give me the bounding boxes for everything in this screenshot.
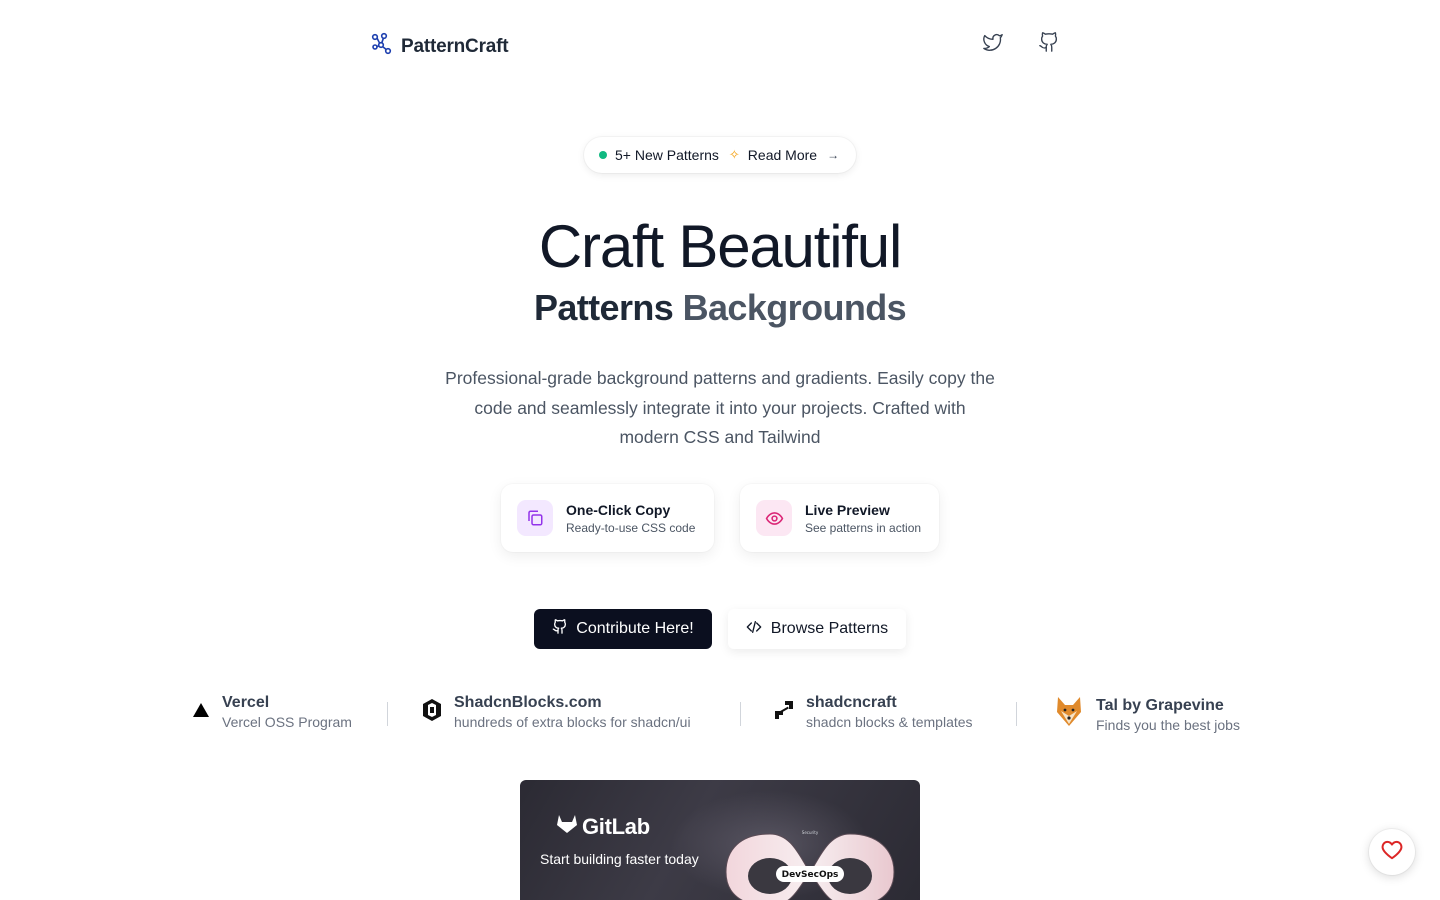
sponsor-desc: Finds you the best jobs xyxy=(1096,716,1240,733)
copy-icon xyxy=(517,500,553,536)
sponsor-divider xyxy=(1016,702,1017,726)
devsecops-infinity-graphic: Security DevSecOps xyxy=(720,820,900,900)
hero-title: Craft Beautiful xyxy=(538,213,902,280)
arrow-right-icon: → xyxy=(827,148,840,162)
feature-card-preview: Live Preview See patterns in action xyxy=(740,484,939,552)
ad-tagline: Start building faster today xyxy=(540,851,699,867)
top-navigation: PatternCraft xyxy=(0,0,1440,88)
sponsor-desc: hundreds of extra blocks for shadcn/ui xyxy=(454,714,691,730)
sponsor-shadcncraft[interactable]: shadcncraft shadcn blocks & templates xyxy=(774,694,973,730)
contribute-label: Contribute Here! xyxy=(576,620,694,637)
code-icon xyxy=(746,619,762,640)
gitlab-logo-icon xyxy=(556,813,578,840)
github-icon xyxy=(552,618,568,640)
announcement-label: 5+ New Patterns xyxy=(615,147,719,163)
browse-patterns-button[interactable]: Browse Patterns xyxy=(728,609,906,649)
announcement-pill[interactable]: 5+ New Patterns ✧ Read More → xyxy=(584,137,856,173)
sponsor-name: Tal by Grapevine xyxy=(1096,696,1224,714)
devsecops-badge: DevSecOps xyxy=(782,870,839,880)
browse-label: Browse Patterns xyxy=(770,620,889,637)
eye-icon xyxy=(756,500,792,536)
feature-card-copy: One-Click Copy Ready-to-use CSS code xyxy=(501,484,714,552)
sponsor-desc: shadcn blocks & templates xyxy=(806,714,973,730)
vercel-logo-icon xyxy=(192,702,210,723)
sponsor-divider xyxy=(387,702,388,726)
github-link[interactable] xyxy=(1037,30,1061,59)
feature-desc: See patterns in action xyxy=(805,520,922,535)
feature-title: Live Preview xyxy=(805,501,890,518)
read-more-link[interactable]: Read More xyxy=(748,147,817,163)
sponsor-tal[interactable]: Tal by Grapevine Finds you the best jobs xyxy=(1054,694,1240,735)
hero-description: Professional-grade background patterns a… xyxy=(445,368,995,447)
hero-subtitle: Patterns Backgrounds xyxy=(0,287,1440,329)
shadcnblocks-logo-icon xyxy=(422,698,442,727)
sponsor-divider xyxy=(740,702,741,726)
hero-subtitle-backgrounds: Backgrounds xyxy=(682,287,907,328)
feature-desc: Ready-to-use CSS code xyxy=(566,520,696,535)
github-icon xyxy=(1038,30,1060,59)
sparkle-icon: ✧ xyxy=(728,147,740,162)
ad-brand-name: GitLab xyxy=(582,813,650,839)
favorite-button[interactable] xyxy=(1369,829,1415,875)
brand-name: PatternCraft xyxy=(401,35,509,57)
sponsor-shadcnblocks[interactable]: ShadcnBlocks.com hundreds of extra block… xyxy=(422,694,691,730)
hero-subtitle-patterns: Patterns xyxy=(533,287,674,328)
fox-mascot-icon xyxy=(1054,694,1084,735)
feature-title: One-Click Copy xyxy=(566,501,671,518)
sponsor-vercel[interactable]: Vercel Vercel OSS Program xyxy=(192,694,352,730)
network-logo-icon xyxy=(371,32,393,61)
sponsor-name: Vercel xyxy=(222,694,270,711)
shadcncraft-logo-icon xyxy=(774,700,794,725)
sponsor-name: ShadcnBlocks.com xyxy=(454,694,602,711)
twitter-icon xyxy=(981,31,1005,58)
sponsor-desc: Vercel OSS Program xyxy=(222,714,352,730)
twitter-link[interactable] xyxy=(981,32,1005,56)
gitlab-ad-card[interactable]: GitLab Start building faster today Secur… xyxy=(520,780,920,900)
svg-text:Security: Security xyxy=(802,830,819,835)
ad-brand: GitLab xyxy=(556,813,650,840)
sponsor-name: shadcncraft xyxy=(806,694,897,711)
heart-icon xyxy=(1381,840,1403,865)
brand-logo-link[interactable]: PatternCraft xyxy=(371,32,509,61)
status-dot xyxy=(599,151,607,159)
contribute-button[interactable]: Contribute Here! xyxy=(534,609,712,649)
